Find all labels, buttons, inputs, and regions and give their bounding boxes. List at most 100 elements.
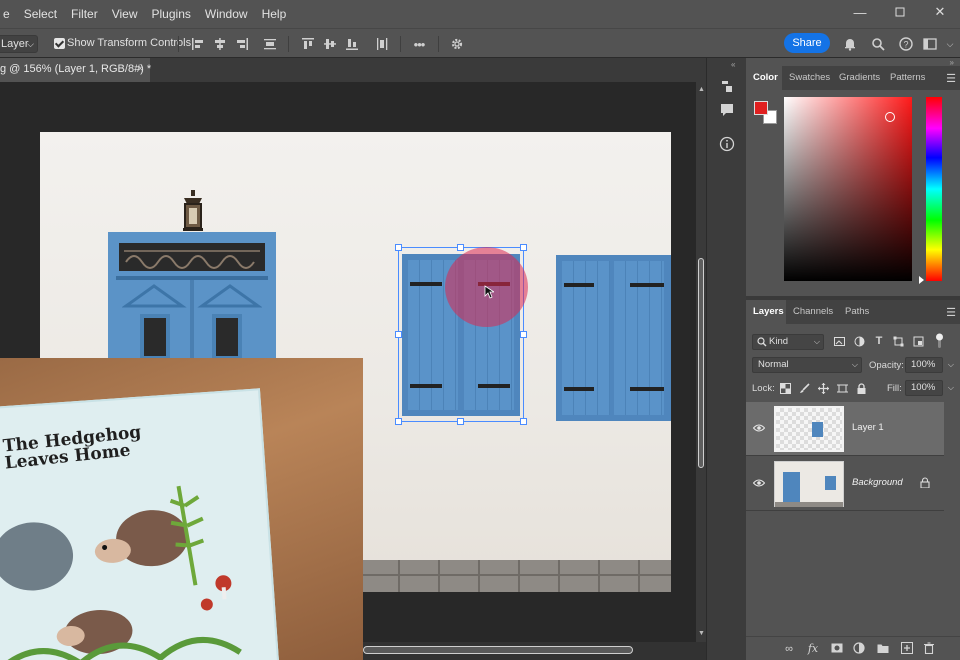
menu-filter[interactable]: Filter [64, 0, 105, 28]
menu-view[interactable]: View [105, 0, 145, 28]
filter-type-icon[interactable]: T [873, 335, 885, 347]
tab-channels[interactable]: Channels [793, 300, 833, 324]
align-left-icon[interactable] [190, 36, 206, 52]
menu-window[interactable]: Window [198, 0, 255, 28]
close-tab-icon[interactable]: × [137, 58, 143, 80]
document-tab[interactable]: g @ 156% (Layer 1, RGB/8#) * × [0, 58, 151, 82]
help-icon[interactable]: ? [898, 36, 914, 52]
collapse-icon[interactable]: « [731, 60, 735, 69]
align-bottom-icon[interactable] [344, 36, 360, 52]
auto-select-dropdown[interactable]: Layer ⌵ [0, 35, 38, 53]
layer-thumbnail [774, 461, 844, 507]
adjustment-layer-icon[interactable] [852, 642, 866, 656]
filter-shape-icon[interactable] [892, 336, 904, 348]
add-mask-icon[interactable] [830, 642, 844, 656]
lock-move-icon[interactable] [817, 383, 829, 395]
panel-menu-icon[interactable]: ☰ [946, 72, 956, 85]
door-image [108, 232, 276, 360]
color-picker-marker[interactable] [885, 112, 895, 122]
opacity-input[interactable]: 100% ⌵ [905, 357, 954, 373]
link-layers-icon[interactable]: ∞ [782, 642, 796, 656]
book-image: The Hedgehog Leaves Home [0, 388, 280, 660]
maximize-icon[interactable] [882, 0, 918, 24]
workspace-icon[interactable] [922, 36, 938, 52]
hue-slider-pointer[interactable] [919, 276, 924, 284]
foreground-color-swatch[interactable] [754, 101, 768, 115]
chevron-down-icon[interactable]: ⌵ [948, 381, 954, 395]
transform-handle[interactable] [520, 418, 527, 425]
filter-pixel-icon[interactable] [833, 336, 845, 348]
fx-icon[interactable]: fx [806, 642, 820, 656]
scroll-up-icon[interactable]: ▲ [698, 86, 705, 93]
new-layer-icon[interactable] [900, 642, 914, 656]
layer-name[interactable]: Background [852, 477, 903, 488]
transform-handle[interactable] [457, 418, 464, 425]
show-transform-checkbox[interactable] [54, 38, 65, 49]
scrollbar-thumb[interactable] [698, 258, 704, 468]
horizontal-scrollbar[interactable] [363, 642, 696, 660]
lantern-image [183, 190, 203, 231]
transform-handle[interactable] [395, 244, 402, 251]
visibility-eye-icon[interactable] [752, 422, 766, 436]
tab-patterns[interactable]: Patterns [890, 66, 925, 90]
transform-handle[interactable] [520, 244, 527, 251]
layer-row-background[interactable]: Background [746, 457, 944, 511]
chevron-down-icon[interactable]: ⌵ [942, 36, 958, 52]
menu-help[interactable]: Help [255, 0, 294, 28]
layer-kind-filter[interactable]: Kind ⌵ [752, 334, 824, 350]
transform-handle[interactable] [457, 244, 464, 251]
bell-icon[interactable] [842, 36, 858, 52]
layer-lock-icon[interactable] [920, 477, 930, 491]
tab-layers[interactable]: Layers [746, 300, 786, 324]
minimize-icon[interactable]: — [842, 0, 878, 24]
delete-layer-icon[interactable] [922, 642, 936, 656]
filter-toggle-icon[interactable] [934, 333, 946, 348]
transform-handle[interactable] [520, 331, 527, 338]
align-top-icon[interactable] [300, 36, 316, 52]
filter-smart-object-icon[interactable] [912, 336, 924, 348]
menu-plugins[interactable]: Plugins [145, 0, 198, 28]
scroll-down-icon[interactable]: ▼ [698, 630, 705, 637]
lock-transparent-icon[interactable] [779, 383, 791, 395]
tab-color[interactable]: Color [746, 66, 782, 90]
layer-row-layer-1[interactable]: Layer 1 [746, 402, 944, 456]
visibility-eye-icon[interactable] [752, 477, 766, 491]
align-right-icon[interactable] [234, 36, 250, 52]
history-icon[interactable] [717, 76, 737, 96]
menu-select[interactable]: Select [17, 0, 64, 28]
chevron-down-icon[interactable]: ⌵ [948, 358, 954, 372]
distribute-icon[interactable] [262, 36, 278, 52]
search-icon[interactable] [870, 36, 886, 52]
transform-handle[interactable] [395, 331, 402, 338]
menu-edit[interactable]: e [0, 0, 17, 28]
close-icon[interactable]: ✕ [922, 0, 958, 24]
lock-brush-icon[interactable] [798, 383, 810, 395]
filter-adjustment-icon[interactable] [853, 336, 865, 348]
layers-footer: ∞ fx [746, 636, 960, 660]
transform-handle[interactable] [395, 418, 402, 425]
more-options-icon[interactable]: ••• [411, 36, 427, 52]
comments-icon[interactable] [717, 100, 737, 120]
tab-swatches[interactable]: Swatches [789, 66, 830, 90]
fill-input[interactable]: 100% ⌵ [905, 380, 954, 396]
document-tab-bar: g @ 156% (Layer 1, RGB/8#) * × [0, 58, 706, 82]
panel-menu-icon[interactable]: ☰ [946, 306, 956, 319]
share-button[interactable]: Share [784, 33, 830, 53]
gear-icon[interactable] [449, 36, 465, 52]
align-center-icon[interactable] [212, 36, 228, 52]
tab-paths[interactable]: Paths [845, 300, 869, 324]
tab-gradients[interactable]: Gradients [839, 66, 880, 90]
hue-slider[interactable] [926, 97, 942, 281]
lock-all-icon[interactable] [855, 383, 867, 395]
cursor-arrow-icon [484, 285, 494, 299]
scrollbar-thumb[interactable] [363, 646, 633, 654]
lock-artboard-icon[interactable] [836, 383, 848, 395]
layer-name[interactable]: Layer 1 [852, 422, 884, 433]
vertical-scrollbar[interactable]: ▲ ▼ [696, 82, 706, 642]
align-middle-icon[interactable] [322, 36, 338, 52]
distribute-vertical-icon[interactable] [374, 36, 390, 52]
blend-mode-dropdown[interactable]: Normal ⌵ [752, 357, 862, 373]
info-icon[interactable] [717, 134, 737, 154]
color-saturation-field[interactable] [784, 97, 912, 281]
new-group-icon[interactable] [876, 642, 890, 656]
